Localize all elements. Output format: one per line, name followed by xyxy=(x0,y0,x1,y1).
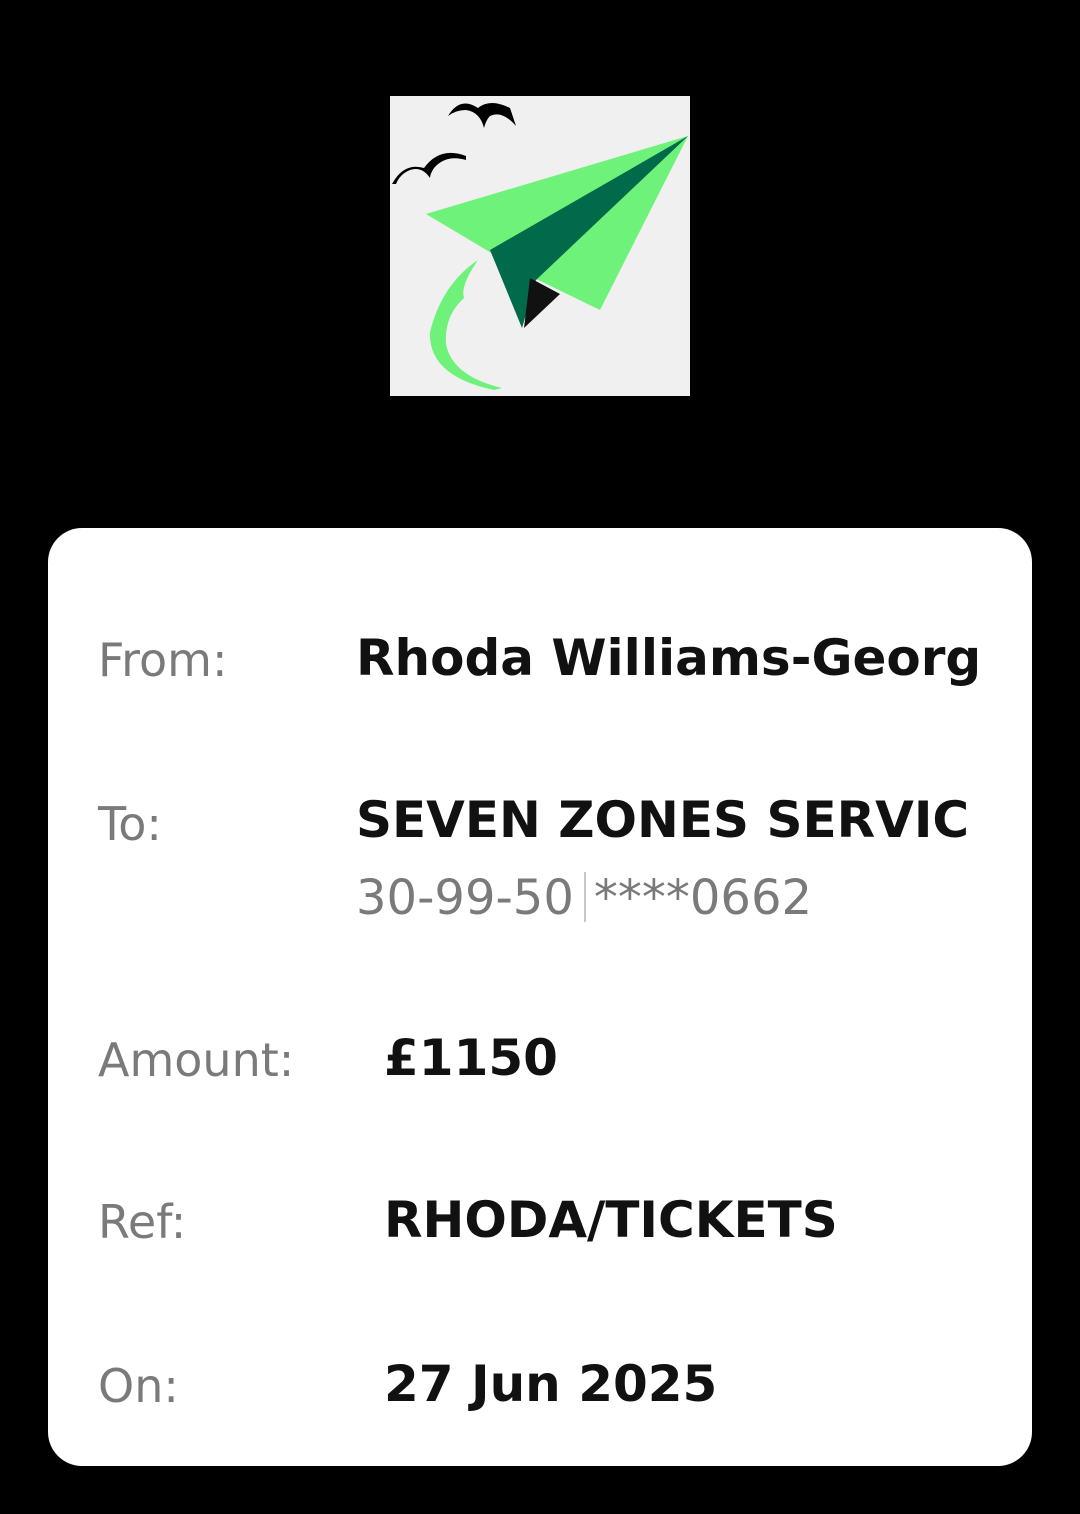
app-logo xyxy=(390,96,690,396)
paper-plane-birds-logo-icon xyxy=(392,103,688,390)
on-label: On: xyxy=(98,1359,179,1413)
plane-trail xyxy=(429,260,502,390)
account-number: ****0662 xyxy=(593,870,813,926)
separator xyxy=(583,872,586,922)
ref-value: RHODA/TICKETS xyxy=(384,1191,838,1249)
to-value: SEVEN ZONES SERVIC xyxy=(356,791,970,849)
amount-value: £1150 xyxy=(384,1029,558,1087)
payment-details-card: From: Rhoda Williams-George To: SEVEN ZO… xyxy=(48,528,1032,1466)
ref-label: Ref: xyxy=(98,1195,187,1249)
date-value: 27 Jun 2025 xyxy=(384,1355,718,1413)
bird-icon xyxy=(392,152,466,184)
from-label: From: xyxy=(98,633,228,687)
sort-code: 30-99-50 xyxy=(356,870,574,926)
to-label: To: xyxy=(98,797,162,851)
amount-label: Amount: xyxy=(98,1033,295,1087)
account-details: 30-99-50 ****0662 xyxy=(356,870,812,926)
from-value: Rhoda Williams-George xyxy=(356,629,982,687)
bird-icon xyxy=(448,103,516,128)
